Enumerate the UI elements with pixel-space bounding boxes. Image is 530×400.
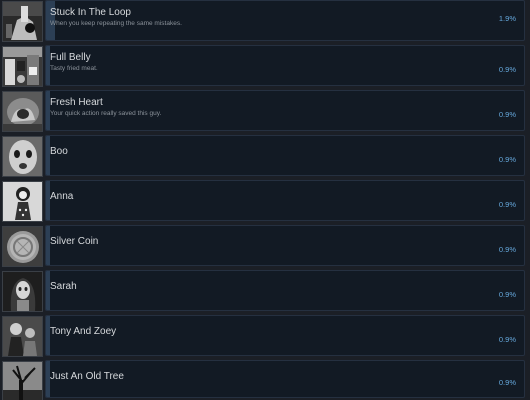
achievement-title: Just An Old Tree xyxy=(50,371,124,382)
achievement-panel: Anna 0.9% xyxy=(45,180,525,221)
achievement-title: Anna xyxy=(50,191,74,202)
achievement-row[interactable]: Anna 0.9% xyxy=(0,180,530,222)
achievement-row[interactable]: Fresh Heart Your quick action really sav… xyxy=(0,90,530,132)
achievement-percent: 0.9% xyxy=(498,200,516,209)
achievement-row[interactable]: Silver Coin 0.9% xyxy=(0,225,530,267)
achievement-percent: 0.9% xyxy=(498,65,516,74)
achievement-description: Your quick action really saved this guy. xyxy=(50,110,162,117)
achievement-title: Boo xyxy=(50,146,68,157)
achievement-row[interactable]: Boo 0.9% xyxy=(0,135,530,177)
hand-holding-object-icon xyxy=(2,1,43,42)
kitchen-scene-icon xyxy=(2,46,43,87)
achievement-panel: Stuck In The Loop When you keep repeatin… xyxy=(45,0,525,41)
hands-heart-icon xyxy=(2,91,43,132)
achievement-panel: Full Belly Tasty fried meat. 0.9% xyxy=(45,45,525,86)
ghost-face-icon xyxy=(2,136,43,177)
tree-icon xyxy=(2,361,43,400)
achievement-panel: Tony And Zoey 0.9% xyxy=(45,315,525,356)
coin-icon xyxy=(2,226,43,267)
achievement-percent: 0.9% xyxy=(498,290,516,299)
achievement-percent: 0.9% xyxy=(498,245,516,254)
achievement-panel: Just An Old Tree 0.9% xyxy=(45,360,525,398)
achievement-title: Stuck In The Loop xyxy=(50,7,131,18)
achievement-percent: 0.9% xyxy=(498,155,516,164)
achievement-description: Tasty fried meat. xyxy=(50,65,98,72)
achievement-title: Fresh Heart xyxy=(50,97,103,108)
achievement-title: Tony And Zoey xyxy=(50,326,117,337)
achievement-row[interactable]: Stuck In The Loop When you keep repeatin… xyxy=(0,0,530,42)
achievement-percent: 0.9% xyxy=(498,110,516,119)
achievement-panel: Boo 0.9% xyxy=(45,135,525,176)
achievement-row[interactable]: Just An Old Tree 0.9% xyxy=(0,360,530,400)
achievement-row[interactable]: Full Belly Tasty fried meat. 0.9% xyxy=(0,45,530,87)
achievement-panel: Sarah 0.9% xyxy=(45,270,525,311)
achievement-description: When you keep repeating the same mistake… xyxy=(50,20,182,27)
achievement-percent: 1.9% xyxy=(498,14,516,23)
achievement-percent: 0.9% xyxy=(498,378,516,387)
achievement-title: Sarah xyxy=(50,281,77,292)
doll-icon xyxy=(2,181,43,222)
achievement-row[interactable]: Tony And Zoey 0.9% xyxy=(0,315,530,357)
achievement-percent: 0.9% xyxy=(498,335,516,344)
two-figures-icon xyxy=(2,316,43,357)
achievement-title: Full Belly xyxy=(50,52,91,63)
achievement-title: Silver Coin xyxy=(50,236,99,247)
achievement-list: Stuck In The Loop When you keep repeatin… xyxy=(0,0,530,400)
achievement-panel: Fresh Heart Your quick action really sav… xyxy=(45,90,525,131)
pale-woman-icon xyxy=(2,271,43,312)
achievement-panel: Silver Coin 0.9% xyxy=(45,225,525,266)
achievement-row[interactable]: Sarah 0.9% xyxy=(0,270,530,312)
